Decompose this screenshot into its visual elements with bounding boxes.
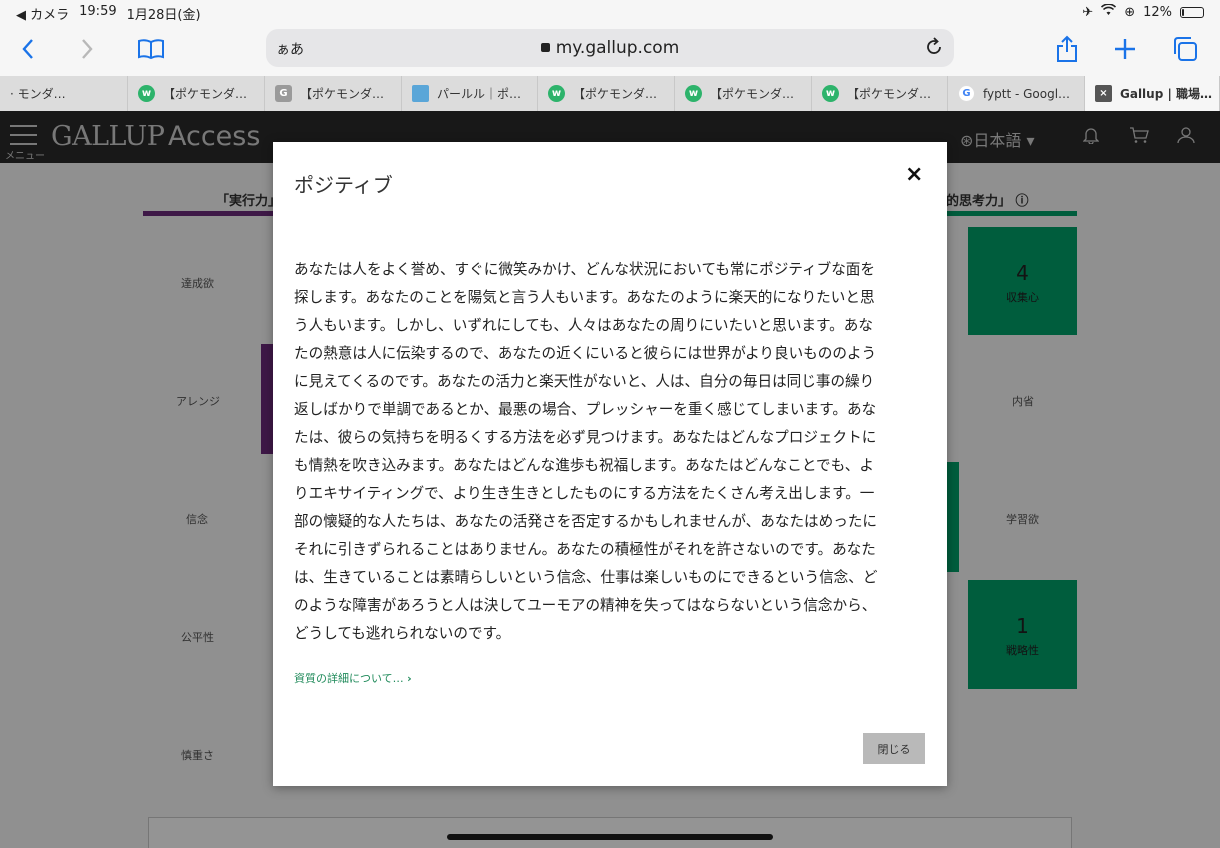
description-line: のような障害があろうと人は決してユーモアの精神を失ってはならないという信念から、 [294, 597, 877, 614]
tab-favicon: w [685, 85, 702, 102]
modal-title: ポジティブ [294, 173, 393, 197]
url-host-text: my.gallup.com [555, 38, 680, 58]
tab-favicon: w [548, 85, 565, 102]
tab-favicon: w [822, 85, 839, 102]
browser-tab[interactable]: w 【ポケモンダ… [128, 76, 265, 111]
browser-tab[interactable]: Gfyptt - Googl… [948, 76, 1085, 111]
tab-title: · モンダ… [10, 87, 66, 101]
battery-level [1182, 8, 1184, 16]
tab-favicon: G [275, 85, 292, 102]
bookmarks-icon[interactable] [136, 34, 166, 64]
browser-tab[interactable]: w 【ポケモンダ… [675, 76, 812, 111]
home-indicator[interactable] [447, 834, 773, 840]
reload-icon[interactable] [924, 37, 944, 61]
tab-overview-icon[interactable] [1170, 34, 1200, 64]
description-line: どうしても逃れられないのです。 [294, 625, 511, 642]
browser-tab[interactable]: w 【ポケモンダ… [812, 76, 948, 111]
browser-toolbar: ぁあ my.gallup.com [0, 24, 1220, 76]
forward-icon[interactable] [72, 34, 102, 64]
tab-title: 【ポケモンダ… [847, 87, 932, 101]
status-time: 19:59 [79, 4, 117, 19]
description-line: りエキサイティングで、より生き生きとしたものにする方法をたくさん考え出します。一 [294, 485, 875, 502]
description-line: たは、彼らの気持ちを明るくする方法を必ず見つけます。あなたはどんなプロジェクトに [294, 429, 877, 446]
tab-close-icon[interactable]: × [1095, 85, 1112, 102]
lock-icon [540, 43, 550, 52]
tab-title: fyptt - Googl… [983, 86, 1071, 101]
battery-icon [1180, 6, 1204, 18]
tab-title: パールル｜ポ… [437, 87, 522, 101]
description-line: 探します。あなたのことを陽気と言う人もいます。あなたのように楽天的になりたいと思 [294, 289, 875, 306]
share-icon[interactable] [1052, 34, 1082, 64]
back-to-app-link[interactable]: ◀ カメラ [16, 4, 69, 23]
back-icon[interactable] [13, 34, 43, 64]
theme-detail-modal: ポジティブ × あなたは人をよく誉め、すぐに微笑みかけ、どんな状況においても常に… [273, 142, 947, 786]
description-line: も情熱を吹き込みます。あなたはどんな進歩も祝福します。あなたはどんなことでも、よ [294, 457, 874, 474]
airplane-icon: ✈ [1082, 4, 1094, 20]
theme-details-link-text: 資質の詳細について… [294, 672, 404, 685]
description-line: たの熱意は人に伝染するので、あなたの近くにいると彼らには世界がより良いもののよう [294, 345, 877, 362]
description-line: それに引きずられることはありません。あなたの積極性がそれを許さないのです。あなた [294, 541, 876, 558]
description-line: 部の懐疑的な人たちは、あなたの活発さを否定するかもしれませんが、あなたはめったに [294, 513, 878, 530]
description-line: は、生きていることは素晴らしいという信念、仕事は楽しいものにできるという信念、ど [294, 569, 878, 586]
tab-favicon: w [138, 85, 155, 102]
address-bar[interactable]: ぁあ my.gallup.com [266, 29, 954, 67]
browser-tab[interactable]: w 【ポケモンダ… [538, 76, 675, 111]
description-line: あなたは人をよく誉め、すぐに微笑みかけ、どんな状況においても常にポジティブな面を [294, 261, 875, 278]
browser-tab[interactable]: パールル｜ポ… [402, 76, 538, 111]
description-line: に見えてくるのです。あなたの活力と楽天性がないと、人は、自分の毎日は同じ事の繰り [294, 373, 875, 390]
tab-title: 【ポケモンダ… [163, 87, 248, 101]
browser-tab[interactable]: G 【ポケモンダ… [265, 76, 402, 111]
tab-favicon [412, 85, 429, 102]
url-host: my.gallup.com [266, 38, 954, 58]
close-button[interactable]: 閉じる [863, 733, 925, 764]
browser-tab[interactable]: · モンダ… [0, 76, 128, 111]
battery-percent: 12% [1143, 4, 1172, 20]
chevron-right-icon: › [407, 672, 412, 685]
tab-title: Gallup | 職場… [1120, 87, 1213, 101]
wifi-icon [1101, 3, 1117, 20]
description-line: う人もいます。しかし、いずれにしても、人々はあなたの周りにいたいと思います。あな [294, 317, 873, 334]
browser-tab-active[interactable]: × Gallup | 職場… [1085, 76, 1220, 111]
tab-title: 【ポケモンダ… [573, 87, 658, 101]
tab-title: 【ポケモンダ… [710, 87, 795, 101]
status-bar: ◀ カメラ 19:59 1月28日(金) ✈ ⊕ 12% [0, 0, 1220, 24]
tab-favicon: G [958, 85, 975, 102]
theme-details-link[interactable]: 資質の詳細について… › [294, 670, 412, 686]
modal-description: あなたは人をよく誉め、すぐに微笑みかけ、どんな状況においても常にポジティブな面を… [294, 256, 924, 648]
close-icon[interactable]: × [905, 162, 923, 187]
tab-title: 【ポケモンダ… [300, 87, 385, 101]
status-date: 1月28日(金) [126, 8, 201, 23]
tab-bar: · モンダ… w 【ポケモンダ… G 【ポケモンダ… パールル｜ポ… w 【ポケモンダ… [0, 76, 1220, 111]
description-line: 返しばかりで単調であるとか、最悪の場合、プレッシャーを重く感じてしまいます。あな [294, 401, 877, 418]
new-tab-icon[interactable] [1110, 34, 1140, 64]
rotation-lock-icon: ⊕ [1124, 4, 1136, 20]
